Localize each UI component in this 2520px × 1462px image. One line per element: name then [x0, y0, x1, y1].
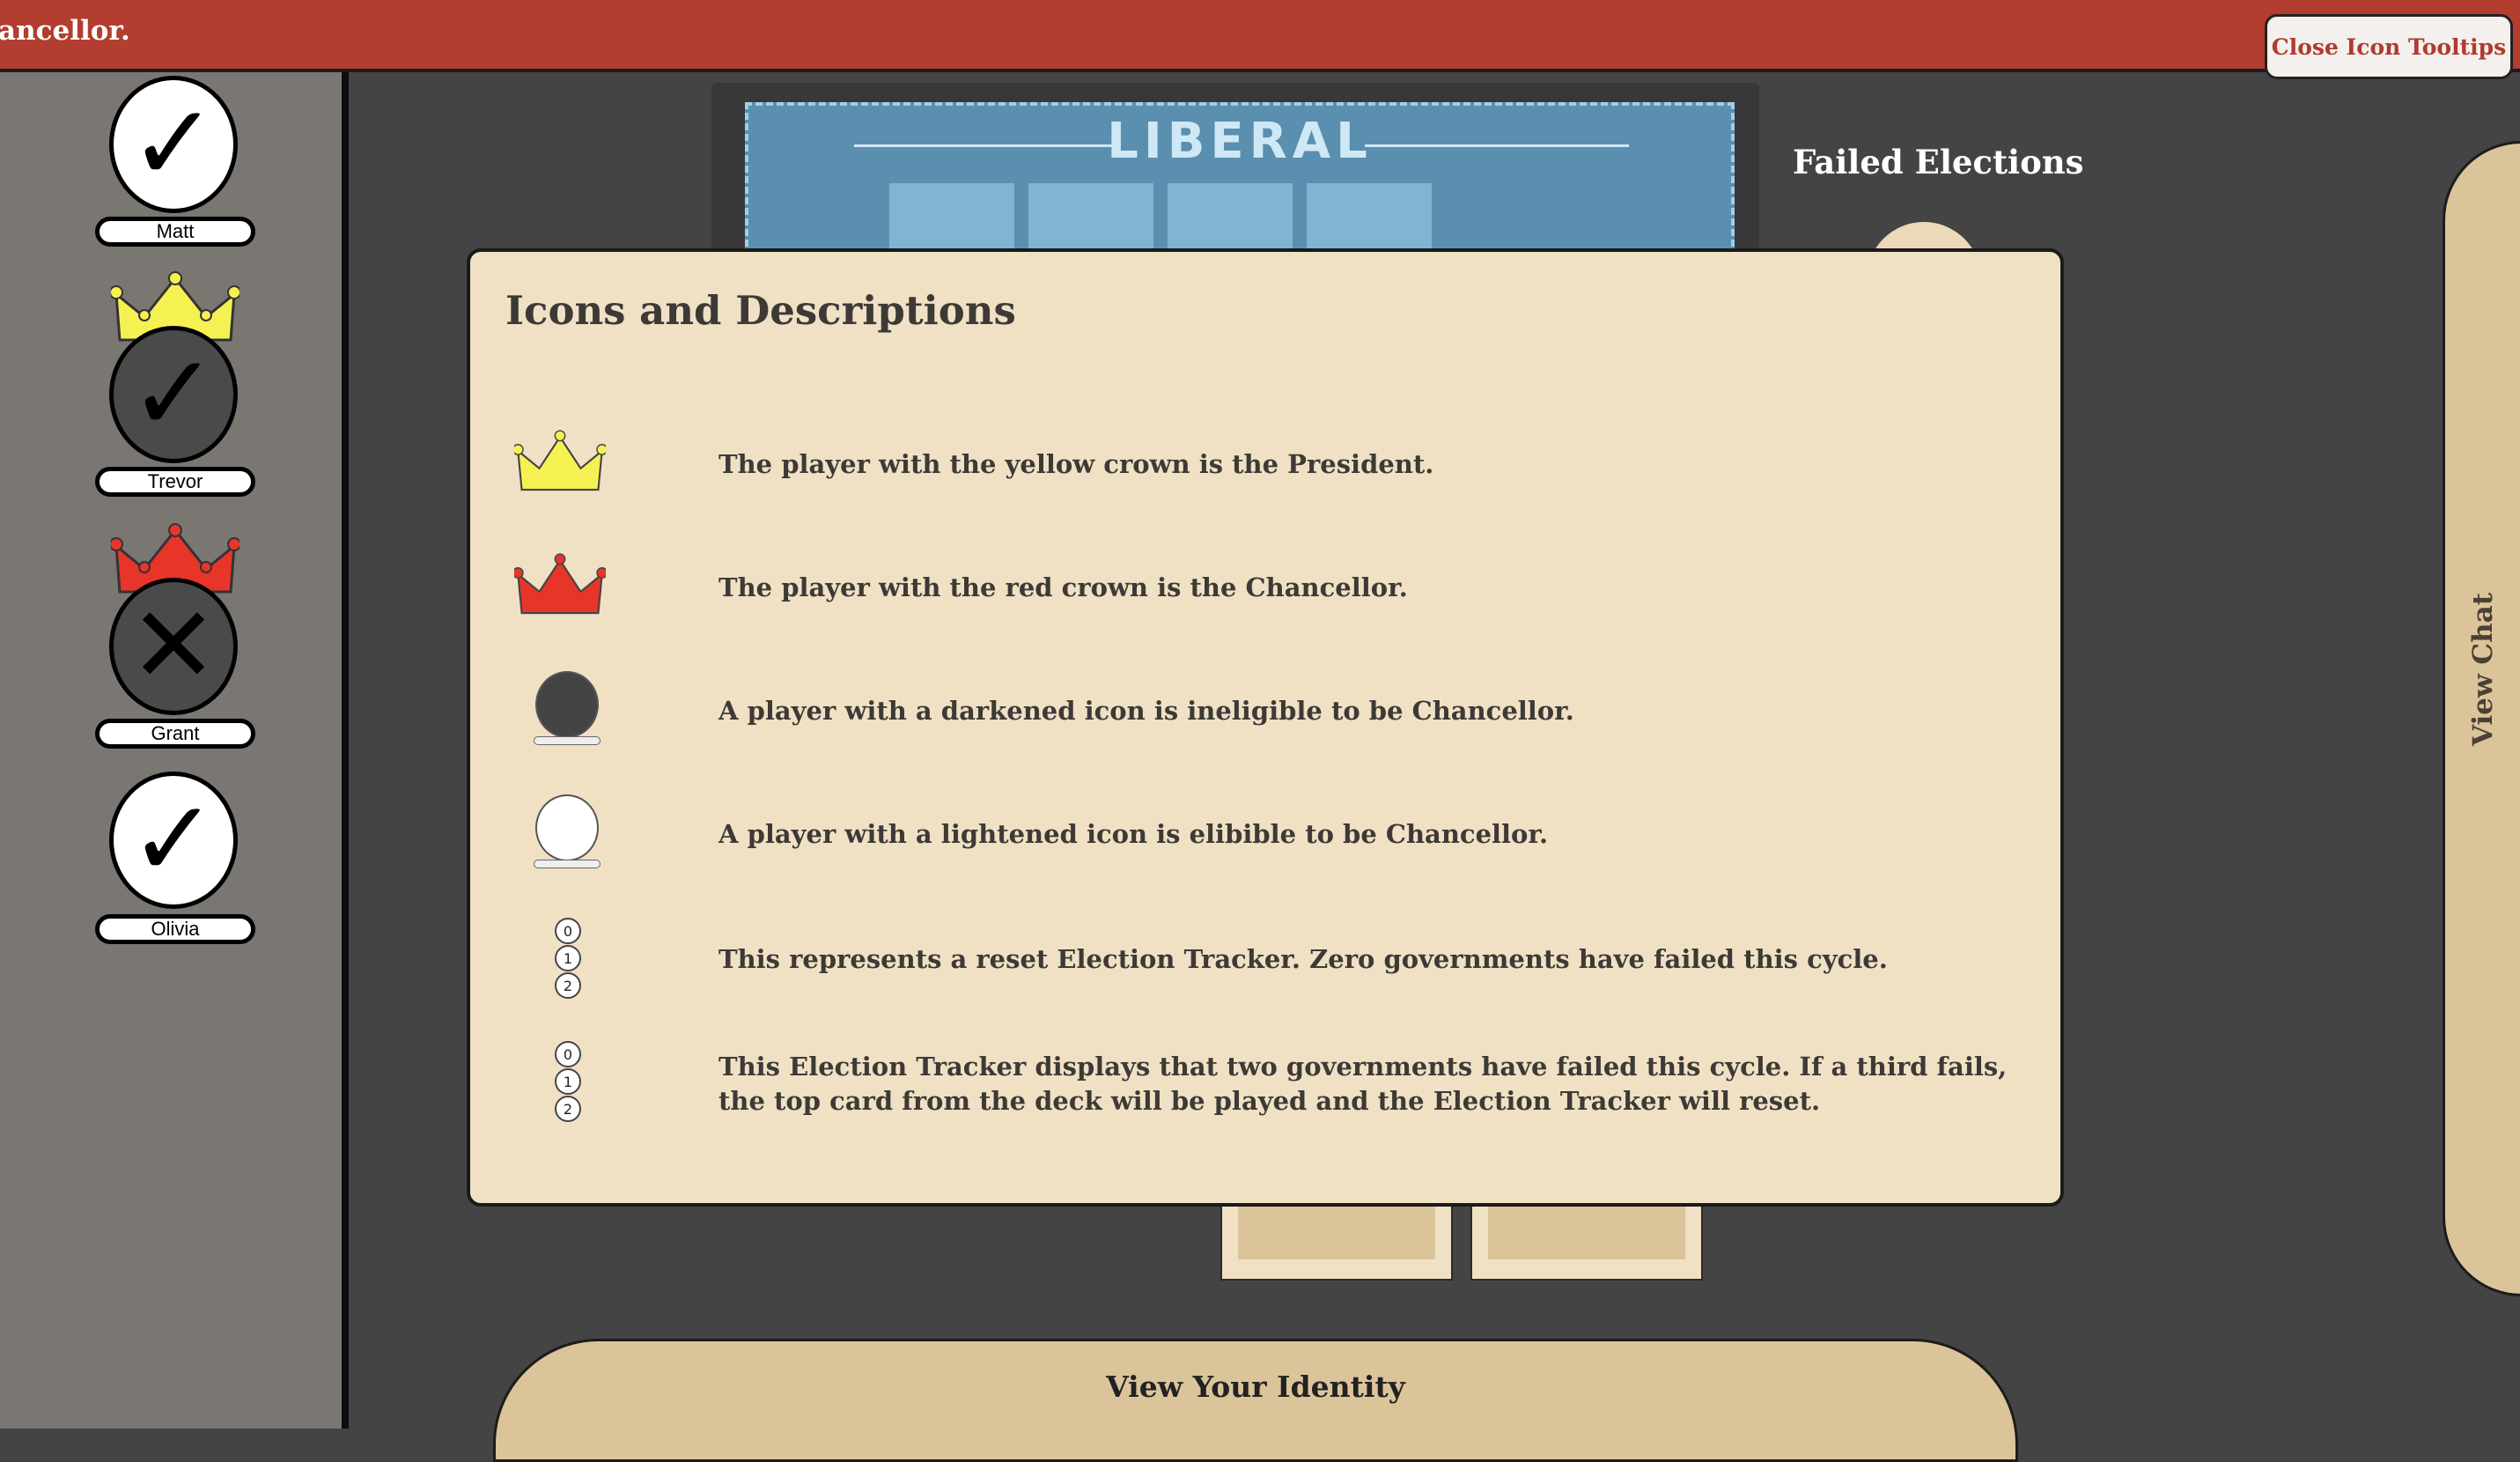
player-sidebar: ✓ Matt ✓ Trevor ✕ Grant ✓ Olivia: [0, 72, 349, 1429]
board-title: LIBERAL: [1107, 113, 1373, 170]
modal-title: Icons and Descriptions: [505, 287, 1016, 334]
legend-text: The player with the red crown is the Cha…: [718, 572, 1408, 602]
election-tracker-reset-icon: 0 1 2: [555, 918, 585, 1002]
vote-x-icon: ✕: [109, 578, 238, 715]
player-name: Grant: [95, 719, 255, 749]
legend-text: This represents a reset Election Tracker…: [718, 944, 1888, 974]
liberal-policy-board: LIBERAL: [711, 83, 1759, 280]
close-icon-tooltips-button[interactable]: Close Icon Tooltips: [2265, 14, 2513, 79]
vote-check-icon: ✓: [109, 326, 238, 463]
legend-text: This Election Tracker displays that two …: [718, 1052, 2008, 1116]
darkened-player-icon: [534, 671, 604, 750]
legend-text: The player with the yellow crown is the …: [718, 449, 1434, 479]
icons-descriptions-modal: Icons and Descriptions The player with t…: [467, 248, 2064, 1207]
legend-text: A player with a lightened icon is elibib…: [718, 819, 1549, 849]
legend-text: A player with a darkened icon is ineligi…: [718, 696, 1574, 726]
status-message: ancellor.: [0, 15, 130, 47]
view-identity-label: View Your Identity: [1106, 1370, 1405, 1404]
view-chat-label[interactable]: View Chat: [2457, 593, 2509, 746]
player-name: Matt: [95, 217, 255, 247]
player-name: Olivia: [95, 914, 255, 944]
red-crown-icon: [514, 553, 606, 615]
failed-elections-label: Failed Elections: [1793, 143, 2084, 181]
view-identity-button[interactable]: View Your Identity: [493, 1339, 2018, 1462]
lightened-player-icon: [534, 794, 604, 874]
player-name: Trevor: [95, 467, 255, 497]
election-tracker-two-failed-icon: 0 1 2: [555, 1041, 585, 1126]
yellow-crown-icon: [514, 430, 606, 491]
top-status-banner: ancellor.: [0, 0, 2520, 72]
vote-check-icon: ✓: [109, 76, 238, 213]
vote-check-icon: ✓: [109, 772, 238, 909]
